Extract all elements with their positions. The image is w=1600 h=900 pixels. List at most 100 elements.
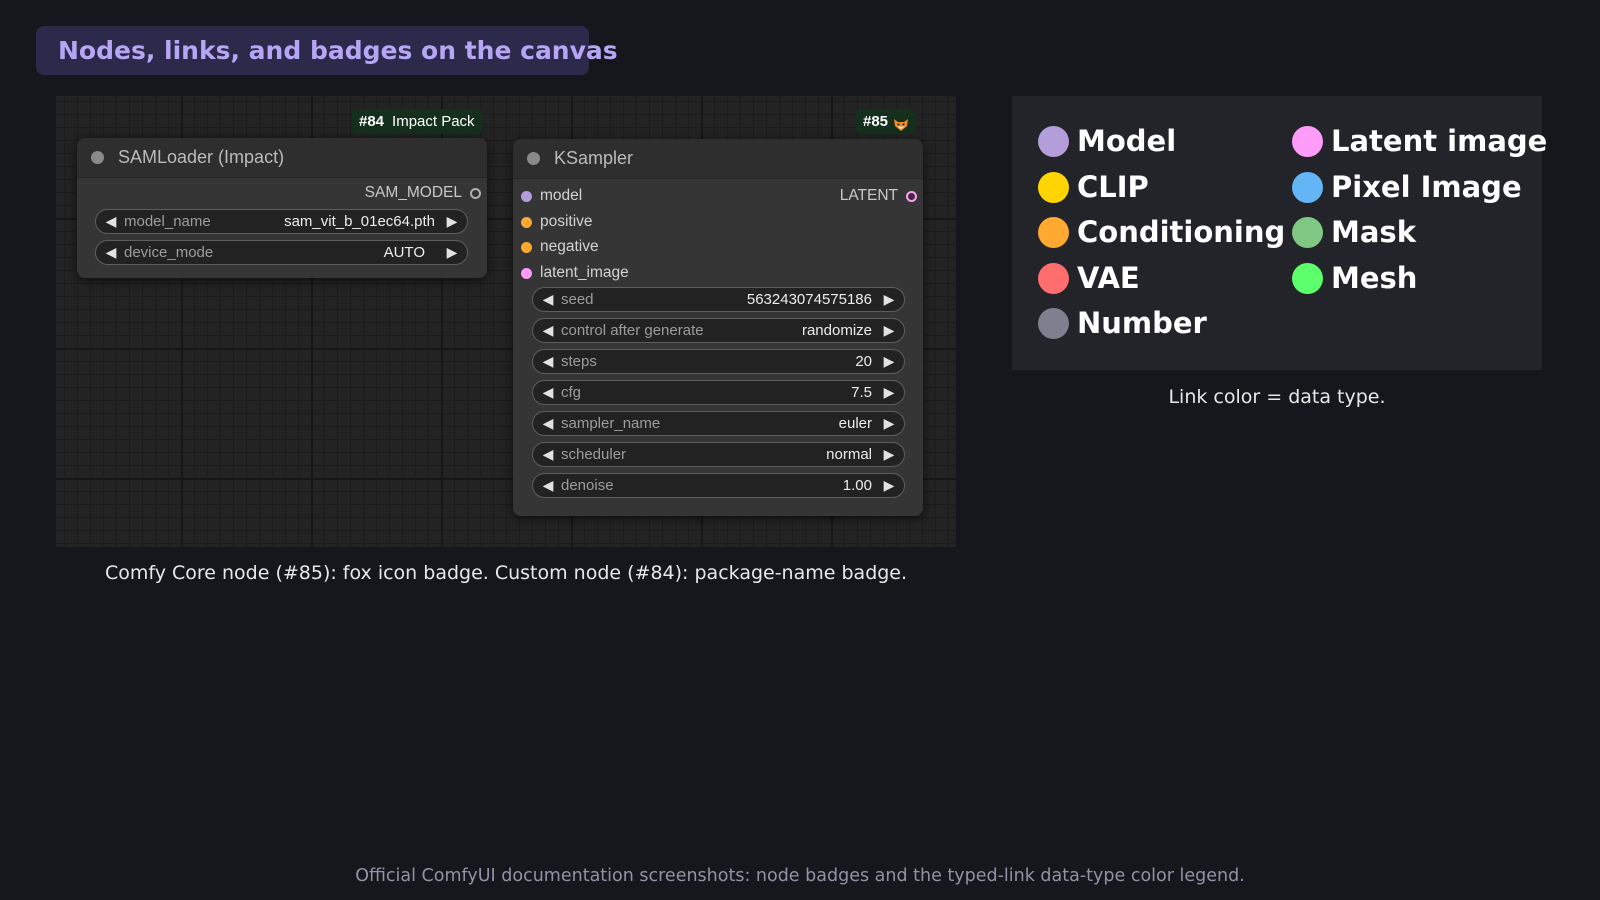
samloader-node[interactable]: SAMLoader (Impact) SAM_MODEL ◀ model_nam… bbox=[77, 138, 487, 278]
page-footer: Official ComfyUI documentation screensho… bbox=[355, 866, 1245, 886]
output-slot-latent[interactable]: LATENT bbox=[840, 187, 917, 205]
widget-cfg[interactable]: ◀ cfg 7.5 ▶ bbox=[532, 380, 905, 405]
widget-label: device_mode bbox=[124, 244, 214, 261]
widget-label: sampler_name bbox=[561, 415, 661, 432]
output-slot-icon[interactable] bbox=[470, 187, 481, 199]
color-swatch bbox=[1292, 171, 1323, 203]
widget-label: scheduler bbox=[561, 446, 627, 463]
widget-label: denoise bbox=[561, 477, 614, 494]
widget-sampler-name[interactable]: ◀ sampler_name euler ▶ bbox=[532, 411, 905, 436]
node-badge-84: #84 Impact Pack bbox=[352, 109, 482, 134]
input-slot-negative[interactable]: negative bbox=[521, 238, 599, 256]
widget-label: cfg bbox=[561, 384, 582, 401]
widget-value[interactable]: 7.5 bbox=[851, 384, 872, 401]
widget-value[interactable]: 1.00 bbox=[843, 477, 872, 494]
legend-label: Pixel Image bbox=[1331, 170, 1522, 204]
legend-item-latent-image: Latent image bbox=[1292, 124, 1547, 158]
package-name-label: Impact Pack bbox=[392, 113, 475, 130]
input-slot-label: positive bbox=[540, 213, 593, 230]
widget-steps[interactable]: ◀ steps 20 ▶ bbox=[532, 349, 905, 374]
node-header[interactable]: KSampler bbox=[513, 139, 923, 179]
color-swatch bbox=[1292, 262, 1323, 294]
decrement-arrow-icon[interactable]: ◀ bbox=[541, 322, 555, 339]
legend-caption: Link color = data type. bbox=[1168, 386, 1386, 408]
legend-label: Conditioning bbox=[1077, 215, 1286, 249]
input-slot-latent-image[interactable]: latent_image bbox=[521, 264, 629, 282]
page-title: Nodes, links, and badges on the canvas bbox=[36, 26, 618, 75]
widget-model-name[interactable]: ◀ model_name sam_vit_b_01ec64.pth ▶ bbox=[95, 209, 468, 234]
node-title: SAMLoader (Impact) bbox=[118, 147, 285, 167]
increment-arrow-icon[interactable]: ▶ bbox=[882, 322, 896, 339]
widget-label: control after generate bbox=[561, 322, 704, 339]
widget-value[interactable]: sam_vit_b_01ec64.pth bbox=[284, 213, 435, 230]
legend-label: Model bbox=[1077, 124, 1177, 158]
decrement-arrow-icon[interactable]: ◀ bbox=[541, 353, 555, 370]
output-slot-icon[interactable] bbox=[906, 190, 917, 202]
widget-denoise[interactable]: ◀ denoise 1.00 ▶ bbox=[532, 473, 905, 498]
widget-label: seed bbox=[561, 291, 594, 308]
increment-arrow-icon[interactable]: ▶ bbox=[882, 477, 896, 494]
increment-arrow-icon[interactable]: ▶ bbox=[882, 353, 896, 370]
legend-label: Mesh bbox=[1331, 261, 1418, 295]
legend-label: Latent image bbox=[1331, 124, 1548, 158]
widget-device-mode[interactable]: ◀ device_mode AUTO ▶ bbox=[95, 240, 468, 265]
decrement-arrow-icon[interactable]: ◀ bbox=[104, 213, 118, 230]
widget-value[interactable]: randomize bbox=[802, 322, 872, 339]
widget-value[interactable]: AUTO bbox=[384, 244, 425, 261]
collapse-dot-icon[interactable] bbox=[91, 151, 104, 164]
node-canvas[interactable]: #84 Impact Pack SAMLoader (Impact) SAM_MO… bbox=[56, 96, 956, 547]
legend-item-pixel-image: Pixel Image bbox=[1292, 170, 1522, 204]
input-slot-label: negative bbox=[540, 238, 599, 255]
collapse-dot-icon[interactable] bbox=[527, 152, 540, 165]
increment-arrow-icon[interactable]: ▶ bbox=[882, 446, 896, 463]
widget-value[interactable]: 563243074575186 bbox=[747, 291, 872, 308]
input-slot-icon[interactable] bbox=[521, 216, 532, 228]
input-slot-icon[interactable] bbox=[521, 190, 532, 202]
legend-label: VAE bbox=[1077, 261, 1140, 295]
decrement-arrow-icon[interactable]: ◀ bbox=[541, 384, 555, 401]
color-swatch bbox=[1038, 171, 1069, 203]
decrement-arrow-icon[interactable]: ◀ bbox=[541, 415, 555, 432]
legend-item-conditioning: Conditioning bbox=[1038, 215, 1285, 249]
widget-control-after-generate[interactable]: ◀ control after generate randomize ▶ bbox=[532, 318, 905, 343]
input-slot-model[interactable]: model bbox=[521, 187, 582, 205]
node-badge-85: #85 bbox=[856, 109, 917, 134]
increment-arrow-icon[interactable]: ▶ bbox=[882, 415, 896, 432]
ksampler-node[interactable]: KSampler model positive negative latent_… bbox=[513, 139, 923, 516]
increment-arrow-icon[interactable]: ▶ bbox=[882, 291, 896, 308]
node-title: KSampler bbox=[554, 148, 634, 168]
increment-arrow-icon[interactable]: ▶ bbox=[445, 244, 459, 261]
output-slot-sam-model[interactable]: SAM_MODEL bbox=[365, 184, 481, 202]
color-swatch bbox=[1038, 307, 1069, 339]
node-id-label: #85 bbox=[863, 113, 889, 130]
input-slot-positive[interactable]: positive bbox=[521, 213, 593, 231]
color-swatch bbox=[1292, 125, 1323, 157]
input-slot-icon[interactable] bbox=[521, 241, 532, 253]
decrement-arrow-icon[interactable]: ◀ bbox=[541, 446, 555, 463]
color-swatch bbox=[1038, 262, 1069, 294]
data-type-legend: Model Latent image CLIP Pixel Image Cond… bbox=[1012, 96, 1547, 370]
decrement-arrow-icon[interactable]: ◀ bbox=[541, 291, 555, 308]
widget-seed[interactable]: ◀ seed 563243074575186 ▶ bbox=[532, 287, 905, 312]
input-slot-label: latent_image bbox=[540, 264, 629, 281]
widget-scheduler[interactable]: ◀ scheduler normal ▶ bbox=[532, 442, 905, 467]
output-slot-label: LATENT bbox=[839, 187, 898, 204]
legend-label: Number bbox=[1077, 306, 1207, 340]
color-swatch bbox=[1038, 216, 1069, 248]
decrement-arrow-icon[interactable]: ◀ bbox=[541, 477, 555, 494]
input-slot-label: model bbox=[540, 187, 583, 204]
legend-item-clip: CLIP bbox=[1038, 170, 1149, 204]
widget-value[interactable]: normal bbox=[826, 446, 872, 463]
legend-item-number: Number bbox=[1038, 306, 1207, 340]
color-swatch bbox=[1292, 216, 1323, 248]
widget-value[interactable]: 20 bbox=[855, 353, 872, 370]
widget-value[interactable]: euler bbox=[839, 415, 872, 432]
legend-item-vae: VAE bbox=[1038, 261, 1140, 295]
output-slot-label: SAM_MODEL bbox=[364, 184, 462, 201]
increment-arrow-icon[interactable]: ▶ bbox=[882, 384, 896, 401]
node-id-label: #84 bbox=[359, 113, 385, 130]
node-header[interactable]: SAMLoader (Impact) bbox=[77, 138, 487, 178]
increment-arrow-icon[interactable]: ▶ bbox=[445, 213, 459, 230]
decrement-arrow-icon[interactable]: ◀ bbox=[104, 244, 118, 261]
input-slot-icon[interactable] bbox=[521, 267, 532, 279]
